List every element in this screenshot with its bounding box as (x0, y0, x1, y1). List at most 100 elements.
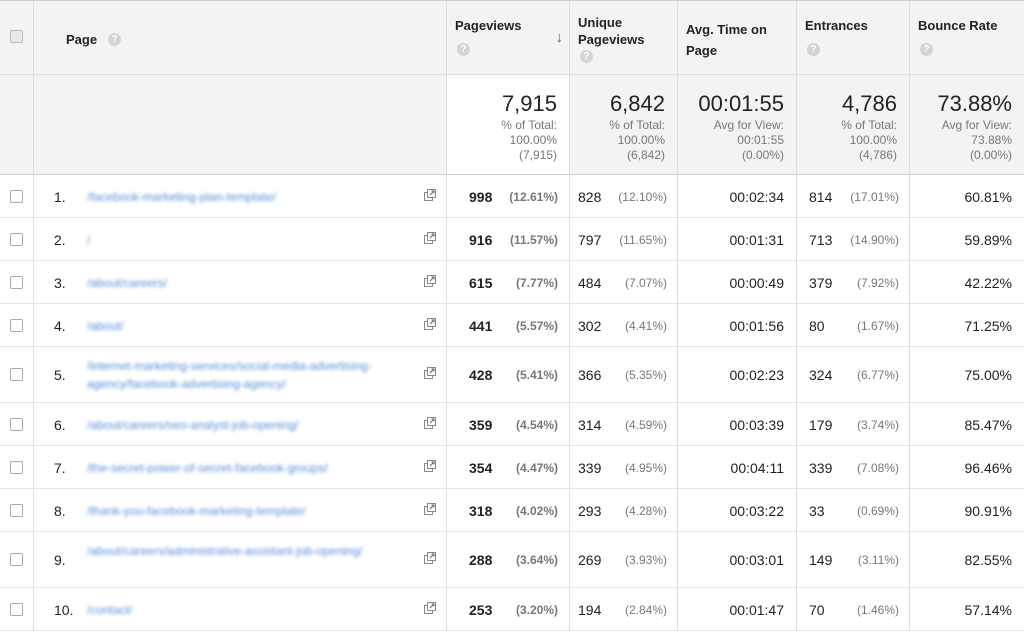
summary-bounce-rate-value: 73.88% (937, 91, 1012, 116)
open-in-new-window-icon[interactable] (424, 552, 436, 564)
row-checkbox[interactable] (10, 418, 23, 431)
page-url-link[interactable]: /about/careers/ (87, 274, 417, 292)
row-unique-pageviews-value: 366 (578, 367, 602, 383)
row-unique-pageviews-cell: 797 (11.65%) (570, 218, 678, 260)
row-checkbox[interactable] (10, 504, 23, 517)
help-icon[interactable]: ? (457, 43, 470, 56)
row-checkbox[interactable] (10, 233, 23, 246)
open-in-new-window-icon[interactable] (424, 503, 436, 515)
page-url-link[interactable]: / (87, 231, 417, 249)
open-in-new-window-icon[interactable] (424, 417, 436, 429)
header-avg-time-cell[interactable]: Avg. Time on Page (678, 1, 797, 74)
row-checkbox[interactable] (10, 319, 23, 332)
row-pageviews-value: 916 (469, 232, 493, 248)
row-entrances-percent: (6.77%) (856, 368, 899, 382)
page-url-link[interactable]: /facebook-marketing-plan-template/ (87, 188, 417, 206)
row-pageviews-cell: 359 (4.54%) (447, 403, 570, 445)
row-bounce-rate-cell: 85.47% (910, 403, 1024, 445)
summary-unique-pageviews-value: 6,842 (609, 91, 665, 116)
row-bounce-rate-value: 42.22% (964, 275, 1012, 291)
header-page-cell[interactable]: Page ? (34, 1, 447, 74)
row-unique-pageviews-value: 828 (578, 189, 602, 205)
row-entrances-value: 33 (809, 503, 825, 519)
header-unique-pageviews-cell[interactable]: Unique Pageviews ? (570, 1, 678, 74)
row-avg-time-cell: 00:01:31 (678, 218, 797, 260)
row-unique-pageviews-percent: (12.10%) (618, 190, 667, 204)
row-avg-time-value: 00:03:22 (729, 503, 785, 519)
help-icon[interactable]: ? (580, 50, 593, 63)
row-unique-pageviews-value: 484 (578, 275, 602, 291)
row-checkbox[interactable] (10, 461, 23, 474)
open-in-new-window-icon[interactable] (424, 602, 436, 614)
open-in-new-window-icon[interactable] (424, 232, 436, 244)
help-icon[interactable]: ? (807, 43, 820, 56)
page-url-link[interactable]: /the-secret-power-of-secret-facebook-gro… (87, 459, 417, 477)
row-unique-pageviews-percent: (4.28%) (624, 504, 667, 518)
open-in-new-window-icon[interactable] (424, 189, 436, 201)
table-row: 8. /thank-you-facebook-marketing-templat… (0, 489, 1024, 532)
page-url-link[interactable]: /internet-marketing-services/social-medi… (87, 357, 417, 393)
row-unique-pageviews-value: 302 (578, 318, 602, 334)
open-in-new-window-icon[interactable] (424, 367, 436, 379)
header-bounce-rate-cell[interactable]: Bounce Rate ? (910, 1, 1024, 74)
row-pageviews-value: 441 (469, 318, 493, 334)
row-unique-pageviews-value: 797 (578, 232, 602, 248)
row-checkbox[interactable] (10, 276, 23, 289)
row-unique-pageviews-value: 293 (578, 503, 602, 519)
row-entrances-cell: 80 (1.67%) (797, 304, 910, 346)
row-pageviews-cell: 998 (12.61%) (447, 175, 570, 217)
row-checkbox-cell (0, 532, 34, 587)
header-entrances-cell[interactable]: Entrances ? (797, 1, 910, 74)
row-unique-pageviews-percent: (2.84%) (624, 603, 667, 617)
row-bounce-rate-value: 90.91% (964, 503, 1012, 519)
row-checkbox-cell (0, 218, 34, 260)
summary-pageviews-detail: % of Total: 100.00% (7,915) (501, 118, 557, 163)
page-url-link[interactable]: /contact/ (87, 601, 417, 619)
row-pageviews-value: 354 (469, 460, 493, 476)
help-icon[interactable]: ? (920, 43, 933, 56)
open-in-new-window-icon[interactable] (424, 318, 436, 330)
header-unique-line2: Pageviews (578, 32, 645, 47)
summary-avg-time-detail: Avg for View: 00:01:55 (0.00%) (714, 118, 784, 163)
row-page-cell: 10. /contact/ (34, 588, 447, 630)
page-url-link[interactable]: /about/careers/administrative-assistant-… (87, 542, 417, 560)
row-unique-pageviews-cell: 314 (4.59%) (570, 403, 678, 445)
open-in-new-window-icon[interactable] (424, 460, 436, 472)
row-avg-time-cell: 00:02:23 (678, 347, 797, 402)
row-checkbox[interactable] (10, 190, 23, 203)
row-number: 2. (54, 232, 66, 248)
row-avg-time-cell: 00:02:34 (678, 175, 797, 217)
page-url-link[interactable]: /thank-you-facebook-marketing-template/ (87, 502, 417, 520)
row-avg-time-value: 00:00:49 (729, 275, 785, 291)
help-icon[interactable]: ? (108, 33, 121, 46)
summary-line: (0.00%) (969, 148, 1012, 162)
row-bounce-rate-cell: 90.91% (910, 489, 1024, 531)
row-pageviews-cell: 441 (5.57%) (447, 304, 570, 346)
table-header-row: Page ? Pageviews ? ↓ Unique Pageviews ? … (0, 1, 1024, 75)
row-unique-pageviews-cell: 828 (12.10%) (570, 175, 678, 217)
header-pageviews-cell[interactable]: Pageviews ? ↓ (447, 1, 570, 74)
page-url-link[interactable]: /about/careers/seo-analyst-job-opening/ (87, 416, 417, 434)
row-unique-pageviews-cell: 366 (5.35%) (570, 347, 678, 402)
row-checkbox-cell (0, 403, 34, 445)
row-entrances-cell: 713 (14.90%) (797, 218, 910, 260)
row-checkbox[interactable] (10, 368, 23, 381)
row-bounce-rate-cell: 71.25% (910, 304, 1024, 346)
sort-descending-icon[interactable]: ↓ (556, 29, 564, 46)
row-unique-pageviews-value: 194 (578, 602, 602, 618)
table-row: 5. /internet-marketing-services/social-m… (0, 347, 1024, 403)
row-avg-time-value: 00:01:47 (729, 602, 785, 618)
row-avg-time-value: 00:01:31 (729, 232, 785, 248)
row-bounce-rate-value: 59.89% (964, 232, 1012, 248)
row-bounce-rate-cell: 57.14% (910, 588, 1024, 630)
select-all-checkbox[interactable] (10, 30, 23, 43)
open-in-new-window-icon[interactable] (424, 275, 436, 287)
row-checkbox[interactable] (10, 553, 23, 566)
page-url-link[interactable]: /about/ (87, 317, 417, 335)
row-pageviews-value: 428 (469, 367, 493, 383)
row-checkbox[interactable] (10, 603, 23, 616)
row-bounce-rate-value: 71.25% (964, 318, 1012, 334)
header-entrances-label: Entrances (805, 18, 868, 33)
row-pageviews-percent: (5.57%) (515, 319, 558, 333)
header-avg-time-label: Avg. Time on Page (686, 19, 767, 61)
